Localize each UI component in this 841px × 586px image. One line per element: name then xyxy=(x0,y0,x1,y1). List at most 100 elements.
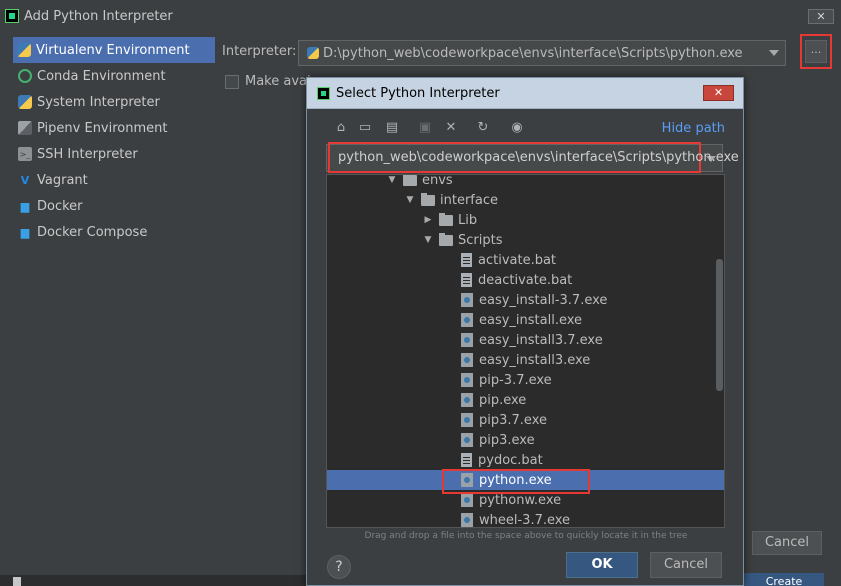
sidebar-item-system[interactable]: System Interpreter xyxy=(0,89,216,115)
file-icon xyxy=(461,253,472,267)
tree-row[interactable]: pip.exe xyxy=(327,390,724,410)
folder-icon xyxy=(403,175,417,186)
sidebar-item-label: Conda Environment xyxy=(37,68,166,84)
ok-button[interactable]: OK xyxy=(566,552,638,578)
help-button[interactable]: ? xyxy=(327,555,351,579)
hide-path-link[interactable]: Hide path xyxy=(662,121,725,136)
interpreter-combobox[interactable]: D:\python_web\codeworkpace\envs\interfac… xyxy=(298,40,786,66)
chevron-down-icon[interactable]: ▼ xyxy=(387,175,397,185)
tree-label: pip3.7.exe xyxy=(479,412,547,428)
folder-icon xyxy=(439,212,453,226)
project-folder-icon[interactable]: ▤ xyxy=(384,120,400,136)
cancel-button[interactable]: Cancel xyxy=(752,531,822,555)
tree-label: wheel-3.7.exe xyxy=(479,512,571,528)
path-input[interactable]: python_web\codeworkpace\envs\interface\S… xyxy=(338,150,739,165)
tree-label: pip3.exe xyxy=(479,432,535,448)
chevron-down-icon[interactable] xyxy=(769,50,779,56)
refresh-icon[interactable]: ↻ xyxy=(475,120,491,136)
sidebar-item-vagrant[interactable]: V Vagrant xyxy=(0,167,216,193)
window-close-button[interactable]: ✕ xyxy=(808,9,834,24)
tree-label: envs xyxy=(422,174,453,188)
executable-icon xyxy=(461,493,473,507)
python-icon xyxy=(307,47,319,59)
sidebar-item-label: System Interpreter xyxy=(37,94,160,110)
tree-label: easy_install-3.7.exe xyxy=(479,292,608,308)
tree-row[interactable]: pip3.exe xyxy=(327,430,724,450)
tree-label: easy_install.exe xyxy=(479,312,583,328)
browse-button[interactable]: ... xyxy=(805,40,827,63)
tree-row[interactable]: ▶ Lib xyxy=(327,210,724,230)
executable-icon xyxy=(461,353,473,367)
conda-icon xyxy=(18,69,32,83)
chevron-down-icon[interactable]: ▼ xyxy=(405,195,415,205)
sidebar-item-conda[interactable]: Conda Environment xyxy=(0,63,216,89)
chevron-down-icon[interactable]: ▼ xyxy=(423,235,433,245)
browse-highlight: ... xyxy=(800,34,832,69)
tree-row[interactable]: ▼ envs xyxy=(327,174,724,190)
dialog-close-button[interactable]: ✕ xyxy=(703,85,734,101)
tree-row[interactable]: easy_install.exe xyxy=(327,310,724,330)
executable-icon xyxy=(461,413,473,427)
sidebar-item-ssh[interactable]: >_ SSH Interpreter xyxy=(0,141,216,167)
tree-label: easy_install3.exe xyxy=(479,352,591,368)
vagrant-icon: V xyxy=(20,173,30,187)
pycharm-logo-icon xyxy=(5,9,19,23)
tree-label: pythonw.exe xyxy=(479,492,562,508)
docker-icon: ▆ xyxy=(20,199,30,213)
tree-row[interactable]: easy_install3.7.exe xyxy=(327,330,724,350)
tree-scrollbar[interactable] xyxy=(716,259,723,391)
dialog-title: Select Python Interpreter xyxy=(336,85,500,101)
file-icon xyxy=(461,453,472,467)
new-folder-icon[interactable]: ▣ xyxy=(417,120,433,136)
window-titlebar: Add Python Interpreter ✕ xyxy=(0,0,841,32)
executable-icon xyxy=(461,393,473,407)
executable-icon xyxy=(461,513,473,527)
selection-highlight xyxy=(442,469,590,494)
delete-icon[interactable]: ✕ xyxy=(443,120,459,136)
bottom-bar xyxy=(0,575,306,586)
python-icon xyxy=(18,95,32,109)
sidebar-item-label: SSH Interpreter xyxy=(37,146,138,162)
dialog-cancel-button[interactable]: Cancel xyxy=(650,552,722,578)
tree-row[interactable]: wheel-3.7.exe xyxy=(327,510,724,528)
ssh-icon: >_ xyxy=(18,147,32,161)
path-highlight: python_web\codeworkpace\envs\interface\S… xyxy=(328,142,739,173)
tree-row[interactable]: easy_install-3.7.exe xyxy=(327,290,724,310)
sidebar-item-pipenv[interactable]: Pipenv Environment xyxy=(0,115,216,141)
tree-row[interactable]: activate.bat xyxy=(327,250,724,270)
show-hidden-icon[interactable]: ◉ xyxy=(509,120,525,136)
create-button[interactable]: Create xyxy=(744,573,824,586)
chevron-right-icon[interactable]: ▶ xyxy=(423,215,433,225)
desktop-icon[interactable]: ▭ xyxy=(357,120,373,136)
file-icon xyxy=(461,273,472,287)
drag-drop-hint: Drag and drop a file into the space abov… xyxy=(364,531,688,541)
sidebar-item-virtualenv[interactable]: Virtualenv Environment xyxy=(13,37,215,63)
window-title: Add Python Interpreter xyxy=(24,8,173,24)
make-available-checkbox[interactable] xyxy=(225,75,239,89)
tree-row[interactable]: pip3.7.exe xyxy=(327,410,724,430)
sidebar-item-docker-compose[interactable]: ▆ Docker Compose xyxy=(0,219,216,245)
tree-row[interactable]: ▼ Scripts xyxy=(327,230,724,250)
executable-icon xyxy=(461,293,473,307)
tree-label: deactivate.bat xyxy=(478,272,573,288)
file-chooser-toolbar: ⌂ ▭ ▤ ▣ ✕ ↻ ◉ Hide path xyxy=(307,118,743,138)
tree-label: easy_install3.7.exe xyxy=(479,332,603,348)
executable-icon xyxy=(461,313,473,327)
tree-label: activate.bat xyxy=(478,252,557,268)
tree-row[interactable]: easy_install3.exe xyxy=(327,350,724,370)
interpreter-label: Interpreter: xyxy=(222,44,297,59)
tree-label: Lib xyxy=(458,212,478,228)
executable-icon xyxy=(461,433,473,447)
tree-row[interactable]: pydoc.bat xyxy=(327,450,724,470)
folder-icon xyxy=(439,232,453,246)
tree-row[interactable]: ▼ interface xyxy=(327,190,724,210)
home-icon[interactable]: ⌂ xyxy=(333,120,349,136)
tree-row[interactable]: pip-3.7.exe xyxy=(327,370,724,390)
sidebar-item-docker[interactable]: ▆ Docker xyxy=(0,193,216,219)
executable-icon xyxy=(461,333,473,347)
executable-icon xyxy=(461,373,473,387)
make-available-label: Make avai xyxy=(245,74,311,89)
tree-row[interactable]: deactivate.bat xyxy=(327,270,724,290)
sidebar-item-label: Pipenv Environment xyxy=(37,120,168,136)
tree-label: pip.exe xyxy=(479,392,527,408)
